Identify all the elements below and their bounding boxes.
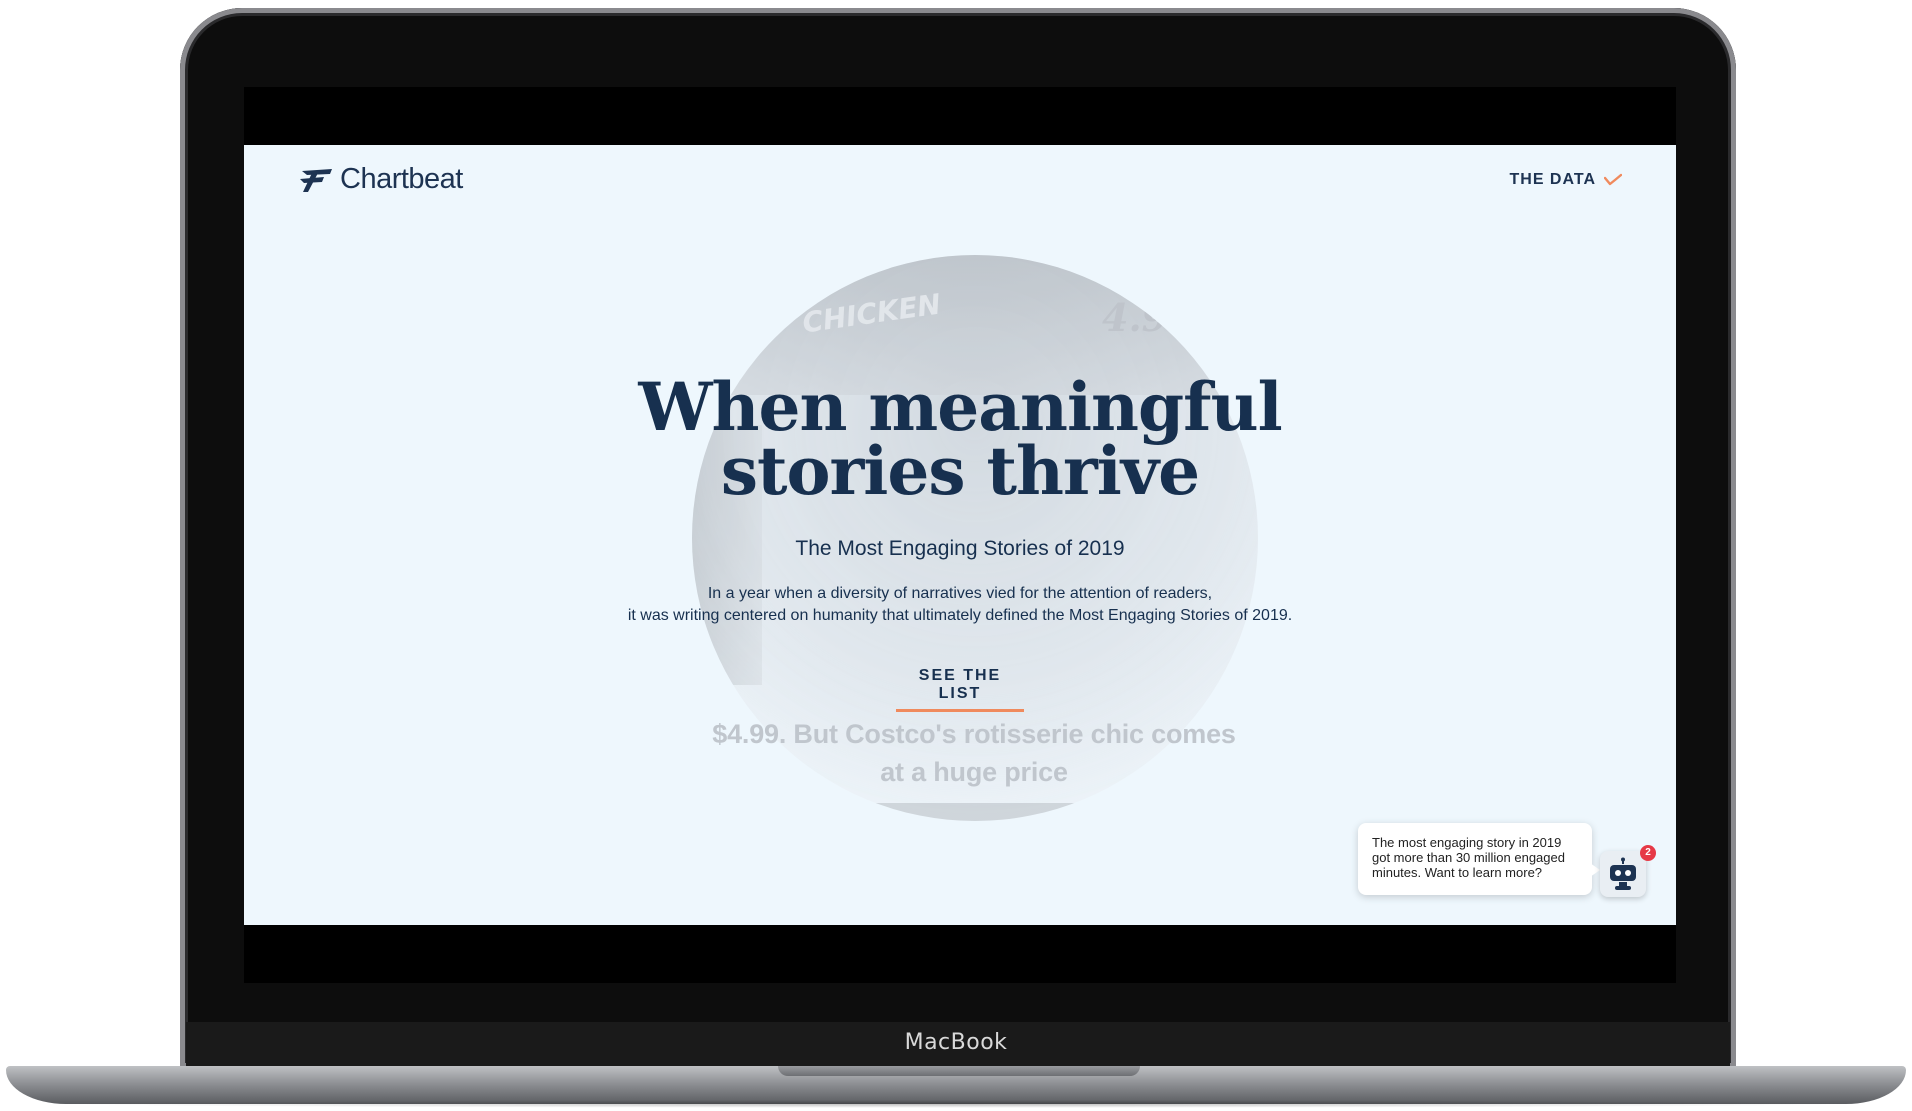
the-data-label: THE DATA: [1509, 171, 1596, 188]
hero-title-line-1: When meaningful: [638, 368, 1282, 446]
hero-subtitle: The Most Engaging Stories of 2019: [795, 537, 1125, 560]
laptop-shadow: [40, 1100, 1872, 1108]
chatbot-launcher-button[interactable]: [1600, 851, 1646, 897]
photo-bottom-band: [692, 803, 1258, 821]
chartbeat-logo[interactable]: Chartbeat: [298, 163, 463, 196]
webpage-screen: Chartbeat THE DATA CHICKEN 4.9 $4.99. Bu…: [244, 145, 1676, 925]
hero-description: In a year when a diversity of narratives…: [244, 583, 1676, 627]
hero-title-line-2: stories thrive: [720, 432, 1200, 510]
logo-text: Chartbeat: [340, 163, 463, 195]
chat-notification-badge: 2: [1640, 845, 1656, 861]
see-the-list-button[interactable]: SEE THE LIST: [896, 667, 1024, 712]
device-brand-label: MacBook: [904, 1030, 1008, 1055]
the-data-nav-link[interactable]: THE DATA: [1509, 171, 1622, 189]
robot-icon: [1610, 857, 1636, 890]
hero-description-line-1: In a year when a diversity of narratives…: [707, 585, 1213, 602]
hero-description-line-2: it was writing centered on humanity that…: [627, 607, 1293, 624]
background-headline: $4.99. But Costco's rotisserie chic come…: [712, 719, 1236, 787]
chartbeat-logo-icon: [300, 168, 332, 192]
laptop-notch: [778, 1066, 1140, 1076]
trend-arrow-icon: [1604, 173, 1622, 186]
photo-price-text: 4.9: [1102, 295, 1169, 340]
hero-title: When meaningful stories thrive: [244, 368, 1676, 510]
chat-message-bubble[interactable]: The most engaging story in 2019 got more…: [1358, 823, 1600, 895]
